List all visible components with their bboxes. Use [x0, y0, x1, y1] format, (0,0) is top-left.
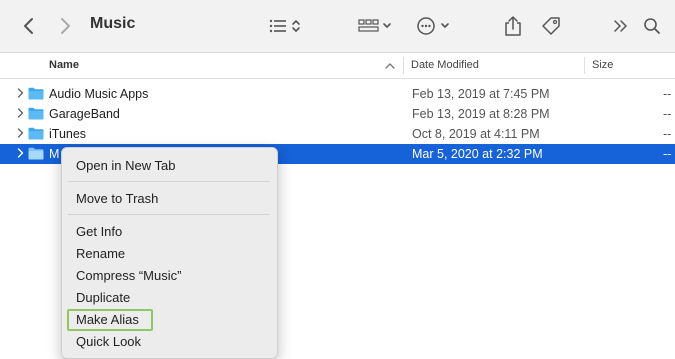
folder-icon — [28, 127, 44, 140]
back-button[interactable] — [22, 0, 36, 52]
file-size: -- — [663, 127, 672, 141]
folder-icon — [28, 107, 44, 120]
disclosure-triangle-icon[interactable] — [17, 88, 24, 98]
disclosure-triangle-icon[interactable] — [17, 128, 24, 138]
search-icon — [644, 18, 660, 34]
file-size: -- — [663, 107, 672, 121]
menu-item-rename[interactable]: Rename — [76, 246, 125, 261]
menu-item-move-to-trash[interactable]: Move to Trash — [76, 191, 158, 206]
grid-view-icon — [358, 19, 391, 32]
file-size: -- — [663, 147, 672, 161]
list-view-icon — [269, 19, 300, 33]
column-divider[interactable] — [584, 57, 585, 74]
menu-item-compress[interactable]: Compress “Music” — [76, 268, 181, 283]
forward-icon — [61, 18, 70, 34]
file-row[interactable]: Audio Music Apps Feb 13, 2019 at 7:45 PM… — [0, 84, 675, 104]
menu-item-make-alias[interactable]: Make Alias — [76, 312, 139, 327]
share-icon — [505, 16, 521, 36]
window-title: Music — [90, 15, 136, 32]
date-modified-column-header[interactable]: Date Modified — [411, 59, 479, 71]
group-button[interactable] — [358, 0, 394, 52]
name-column-header[interactable]: Name — [49, 59, 79, 71]
menu-separator — [68, 214, 270, 215]
toolbar: Music — [0, 0, 675, 53]
file-date: Feb 13, 2019 at 8:28 PM — [412, 107, 550, 121]
menu-separator — [68, 181, 270, 182]
menu-item-open-in-new-tab[interactable]: Open in New Tab — [76, 158, 176, 173]
file-name: Audio Music Apps — [49, 87, 149, 101]
view-options-button[interactable] — [268, 0, 304, 52]
back-icon — [24, 18, 33, 34]
share-button[interactable] — [503, 0, 523, 52]
menu-item-quick-look[interactable]: Quick Look — [76, 334, 141, 349]
file-date: Oct 8, 2019 at 4:11 PM — [412, 127, 540, 141]
disclosure-triangle-icon[interactable] — [17, 108, 24, 118]
file-name: M — [49, 147, 60, 161]
file-size: -- — [663, 87, 672, 101]
action-button[interactable] — [416, 0, 454, 52]
menu-item-duplicate[interactable]: Duplicate — [76, 290, 130, 305]
tag-button[interactable] — [540, 0, 562, 52]
file-row[interactable]: iTunes Oct 8, 2019 at 4:11 PM -- — [0, 124, 675, 144]
file-date: Feb 13, 2019 at 7:45 PM — [412, 87, 550, 101]
file-name: GarageBand — [49, 107, 120, 121]
column-divider[interactable] — [403, 57, 404, 74]
file-date: Mar 5, 2020 at 2:32 PM — [412, 147, 543, 161]
folder-icon — [28, 147, 44, 160]
disclosure-triangle-icon[interactable] — [17, 148, 24, 158]
tag-icon — [542, 17, 560, 35]
size-column-header[interactable]: Size — [592, 59, 613, 71]
forward-button[interactable] — [58, 0, 72, 52]
file-name: iTunes — [49, 127, 87, 141]
overflow-icon — [614, 20, 627, 32]
file-row[interactable]: GarageBand Feb 13, 2019 at 8:28 PM -- — [0, 104, 675, 124]
menu-item-get-info[interactable]: Get Info — [76, 224, 122, 239]
context-menu: Open in New Tab Move to Trash Get Info R… — [61, 147, 278, 359]
sort-ascending-icon[interactable] — [385, 62, 395, 70]
overflow-button[interactable] — [613, 0, 629, 52]
column-header: Name Date Modified Size — [0, 53, 675, 79]
search-button[interactable] — [643, 0, 661, 52]
more-actions-icon — [417, 17, 449, 35]
folder-icon — [28, 87, 44, 100]
